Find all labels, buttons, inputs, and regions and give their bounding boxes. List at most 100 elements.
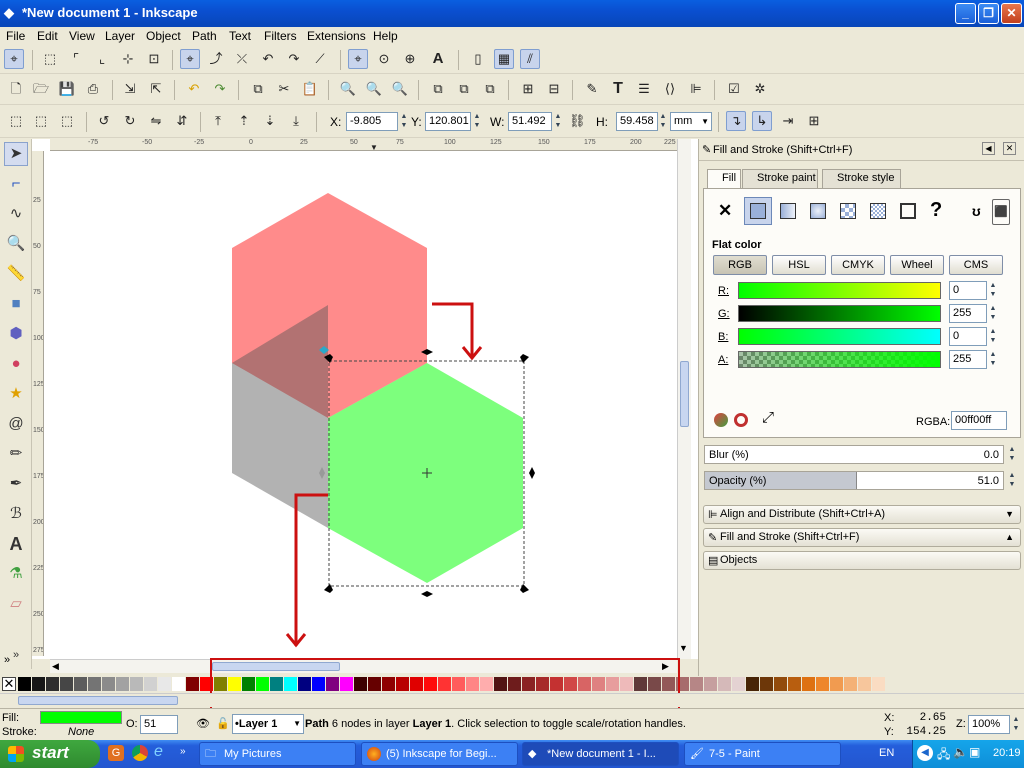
vertical-scrollbar[interactable]: ▼ (677, 139, 691, 659)
spiral-tool-icon[interactable]: @ (4, 412, 28, 436)
snap-page-border-icon[interactable]: ▯ (468, 49, 488, 69)
palette-swatch[interactable] (144, 677, 157, 691)
align-distribute-icon[interactable]: ⊫ (686, 79, 706, 99)
menu-object[interactable]: Object (146, 29, 181, 43)
snap-smooth-icon[interactable]: ↷ (284, 49, 304, 69)
a-input[interactable]: 255 (949, 350, 987, 369)
w-input[interactable]: 51.492 (508, 112, 552, 131)
redo-icon[interactable]: ↷ (210, 79, 230, 99)
evenodd-fill-icon[interactable]: ʊ (972, 203, 981, 219)
scroll-down-icon[interactable]: ▼ (679, 643, 688, 653)
export-icon[interactable]: ⇱ (146, 79, 166, 99)
palette-swatch[interactable] (816, 677, 829, 691)
palette-swatch[interactable] (158, 677, 171, 691)
drawing-canvas[interactable] (32, 139, 698, 659)
snap-grid-icon[interactable]: ▦ (494, 49, 514, 69)
xml-editor-icon[interactable]: ⟨⟩ (660, 79, 680, 99)
r-stepper[interactable]: ▲ ▼ (988, 281, 998, 300)
unknown-paint-icon[interactable]: ? (930, 199, 942, 222)
r-slider[interactable] (738, 282, 941, 299)
stroke-indicator[interactable]: None (68, 726, 94, 738)
panel-iconify-icon[interactable]: ◀ (982, 142, 995, 155)
taskbar-paint[interactable]: 🖌 7-5 - Paint (684, 742, 841, 766)
node-tool-icon[interactable]: ⌐ (4, 172, 28, 196)
dock-objects[interactable]: ▤ Objects (703, 551, 1021, 570)
palette-swatch[interactable] (186, 677, 199, 691)
pencil-tool-icon[interactable]: ✏ (4, 442, 28, 466)
g-slider[interactable] (738, 305, 941, 322)
blur-stepper[interactable]: ▲ ▼ (1007, 445, 1017, 464)
palette-swatch[interactable] (830, 677, 843, 691)
selector-tool-icon[interactable]: ➤ (4, 142, 28, 166)
palette-swatch[interactable] (74, 677, 87, 691)
tweak-tool-icon[interactable]: ∿ (4, 202, 28, 226)
palette-swatch[interactable] (872, 677, 885, 691)
snap-intersection-icon[interactable]: ⤫ (232, 49, 252, 69)
snap-bbox-edge-icon[interactable]: ⌜ (66, 49, 86, 69)
menu-file[interactable]: File (6, 29, 25, 43)
flip-horizontal-icon[interactable]: ⇋ (146, 111, 166, 131)
tab-fill[interactable]: Fill (707, 169, 741, 189)
swatch-icon[interactable] (870, 203, 886, 219)
raise-icon[interactable]: ⇡ (234, 111, 254, 131)
copy-icon[interactable]: ⧉ (248, 79, 268, 99)
wheel-mode-button[interactable]: Wheel (890, 255, 944, 275)
pattern-icon[interactable] (840, 203, 856, 219)
import-icon[interactable]: ⇲ (120, 79, 140, 99)
no-paint-swatch[interactable]: ✕ (2, 677, 16, 691)
r-input[interactable]: 0 (949, 281, 987, 300)
snap-cusp-icon[interactable]: ↶ (258, 49, 278, 69)
document-properties-icon[interactable]: ☑ (724, 79, 744, 99)
cms-mode-button[interactable]: CMS (949, 255, 1003, 275)
canvas-drawing[interactable] (32, 139, 698, 659)
ungroup-icon[interactable]: ⊟ (544, 79, 564, 99)
layer-lock-icon[interactable]: 🔓 (216, 717, 230, 730)
maximize-button[interactable]: ❐ (978, 3, 999, 24)
start-button[interactable]: start (0, 740, 100, 768)
group-icon[interactable]: ⊞ (518, 79, 538, 99)
palette-swatch[interactable] (60, 677, 73, 691)
taskbar-my-pictures[interactable]: 🗀 My Pictures (199, 742, 356, 766)
unlink-clone-icon[interactable]: ⧉ (480, 79, 500, 99)
chrome-icon[interactable] (132, 745, 148, 761)
snap-others-icon[interactable]: ⌖ (348, 49, 368, 69)
fill-stroke-dialog-icon[interactable]: ✎ (582, 79, 602, 99)
spray-tool-icon[interactable]: ⚗ (4, 562, 28, 586)
y-stepper[interactable]: ▲ ▼ (472, 112, 482, 131)
scale-corners-icon[interactable]: ↳ (752, 111, 772, 131)
linear-gradient-icon[interactable] (780, 203, 796, 219)
menu-help[interactable]: Help (373, 29, 398, 43)
layers-dialog-icon[interactable]: ☰ (634, 79, 654, 99)
snap-bbox-corner-icon[interactable]: ⌞ (92, 49, 112, 69)
palette-swatch[interactable] (718, 677, 731, 691)
menu-layer[interactable]: Layer (105, 29, 135, 43)
transform-gradients-icon[interactable]: ⇥ (778, 111, 798, 131)
box3d-tool-icon[interactable]: ⬢ (4, 322, 28, 346)
g-input[interactable]: 255 (949, 304, 987, 323)
b-stepper[interactable]: ▲ ▼ (988, 327, 998, 346)
opacity-slider[interactable]: Opacity (%) 51.0 (704, 471, 1004, 490)
print-icon[interactable]: ⎙ (83, 79, 103, 99)
flat-color-icon[interactable] (744, 197, 772, 225)
snap-bbox-midpoint-icon[interactable]: ⊹ (118, 49, 138, 69)
rgb-mode-button[interactable]: RGB (713, 255, 767, 275)
unset-paint-icon[interactable] (900, 203, 916, 219)
menu-filters[interactable]: Filters (264, 29, 297, 43)
palette-swatch[interactable] (172, 677, 185, 691)
dock-fill-stroke[interactable]: ✎ Fill and Stroke (Shift+Ctrl+F) ▲ (703, 528, 1021, 547)
new-document-icon[interactable]: 🗋 (6, 79, 26, 99)
snap-rotation-center-icon[interactable]: ⊕ (400, 49, 420, 69)
zoom-input[interactable]: 100% (968, 715, 1010, 734)
zoom-tool-icon[interactable]: 🔍 (4, 232, 28, 256)
snap-path-icon[interactable]: ⤴ (206, 49, 226, 69)
unit-select[interactable]: mm ▼ (670, 112, 712, 131)
palette-swatch[interactable] (130, 677, 143, 691)
zoom-drawing-icon[interactable]: 🔍 (364, 79, 384, 99)
menu-view[interactable]: View (69, 29, 95, 43)
snap-bbox-center-icon[interactable]: ⊡ (144, 49, 164, 69)
rgba-input[interactable]: 00ff00ff (951, 411, 1007, 430)
snap-nodes-icon[interactable]: ⌖ (180, 49, 200, 69)
radial-gradient-icon[interactable] (810, 203, 826, 219)
undo-icon[interactable]: ↶ (184, 79, 204, 99)
color-picker-icon[interactable]: ⤢ (762, 409, 774, 426)
